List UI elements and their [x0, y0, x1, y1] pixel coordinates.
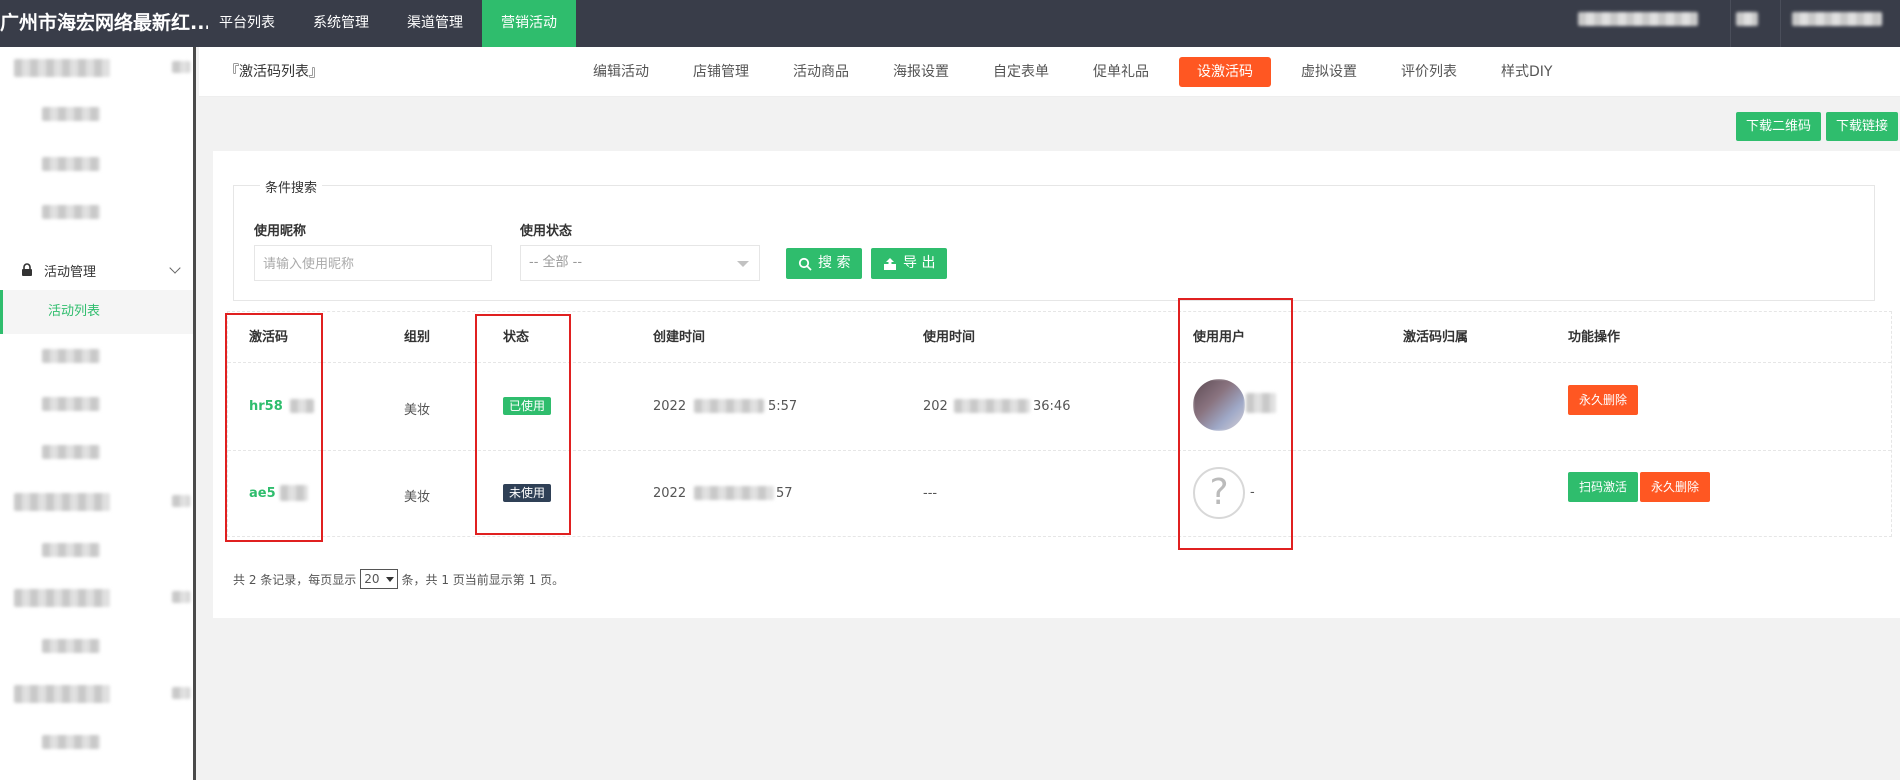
sidebar: 活动管理 活动列表 [0, 47, 196, 780]
tab-poster-settings[interactable]: 海报设置 [871, 57, 971, 87]
tabs: 编辑活动 店铺管理 活动商品 海报设置 自定表单 促单礼品 设激活码 虚拟设置 … [571, 47, 1574, 97]
sidebar-item-blurred[interactable] [14, 59, 110, 77]
sidebar-item-blurred[interactable] [42, 205, 100, 219]
sidebar-item-blurred[interactable] [42, 543, 100, 557]
top-nav-channel[interactable]: 渠道管理 [388, 0, 482, 47]
blurred-created-time [694, 399, 764, 413]
created-time-end: 57 [776, 486, 793, 501]
blurred-user-info [1578, 12, 1698, 26]
pager-suffix: 条，共 1 页当前显示第 1 页。 [401, 572, 565, 587]
sidebar-item-blurred[interactable] [42, 349, 100, 363]
status-label: 使用状态 [520, 224, 573, 239]
top-nav-system[interactable]: 系统管理 [294, 0, 388, 47]
used-time-end: 36:46 [1033, 399, 1071, 414]
created-time-end: 5:57 [768, 399, 798, 414]
th-used: 使用时间 [923, 330, 976, 345]
sidebar-item-blurred[interactable] [14, 493, 110, 511]
sidebar-item-blurred[interactable] [42, 735, 100, 749]
created-time-start: 2022 [653, 486, 687, 501]
sidebar-item-blurred[interactable] [42, 639, 100, 653]
top-nav: 平台列表 系统管理 渠道管理 营销活动 [200, 0, 576, 47]
tab-review-list[interactable]: 评价列表 [1379, 57, 1479, 87]
nickname-input[interactable] [254, 245, 492, 281]
tab-edit-activity[interactable]: 编辑活动 [571, 57, 671, 87]
status-select-value: -- 全部 -- [529, 255, 583, 270]
top-nav-platform-list[interactable]: 平台列表 [200, 0, 294, 47]
sidebar-group-activity[interactable]: 活动管理 [0, 250, 193, 290]
chevron-down-icon [385, 576, 394, 582]
top-navbar: 广州市海宏网络最新红... 平台列表 系统管理 渠道管理 营销活动 [0, 0, 1900, 47]
search-button[interactable]: 搜 索 [786, 248, 863, 279]
export-icon [884, 257, 896, 270]
sidebar-item-blurred [172, 61, 190, 73]
page-title: 『激活码列表』 [225, 64, 323, 80]
tab-activity-products[interactable]: 活动商品 [771, 57, 871, 87]
search-panel: 条件搜索 使用昵称 使用状态 -- 全部 -- 搜 索 导 出 [233, 177, 1875, 301]
status-select[interactable]: -- 全部 -- [520, 245, 760, 281]
page-size-select[interactable]: 20 [360, 569, 398, 589]
delete-forever-button[interactable]: 永久删除 [1640, 472, 1711, 502]
sidebar-group-label: 活动管理 [44, 264, 97, 280]
tab-style-diy[interactable]: 样式DIY [1479, 57, 1574, 87]
annotation-box-code [225, 313, 323, 542]
th-actions: 功能操作 [1568, 330, 1621, 345]
page-size-value: 20 [364, 572, 380, 586]
blurred-icon[interactable] [1736, 12, 1758, 26]
used-time-empty: --- [923, 486, 938, 501]
blurred-account[interactable] [1792, 12, 1882, 26]
tab-store-management[interactable]: 店铺管理 [671, 57, 771, 87]
export-button[interactable]: 导 出 [871, 248, 948, 279]
sidebar-item-blurred[interactable] [42, 445, 100, 459]
divider [1780, 0, 1781, 47]
search-button-label: 搜 索 [818, 255, 851, 271]
tab-promo-gifts[interactable]: 促单礼品 [1071, 57, 1171, 87]
sidebar-item-blurred[interactable] [42, 107, 100, 121]
sidebar-item-blurred[interactable] [14, 685, 110, 703]
download-qr-button[interactable]: 下载二维码 [1736, 112, 1822, 141]
chevron-down-icon [169, 262, 181, 274]
sub-tab-bar: 『激活码列表』 编辑活动 店铺管理 活动商品 海报设置 自定表单 促单礼品 设激… [199, 47, 1900, 97]
group-cell: 美妆 [404, 403, 431, 418]
sidebar-item-activity-list[interactable]: 活动列表 [0, 290, 193, 334]
sidebar-item-blurred [172, 687, 190, 699]
search-legend: 条件搜索 [260, 177, 323, 196]
tab-custom-form[interactable]: 自定表单 [971, 57, 1071, 87]
pager-prefix: 共 2 条记录，每页显示 [233, 572, 357, 587]
th-group: 组别 [404, 330, 431, 345]
created-time-start: 2022 [653, 399, 687, 414]
nickname-label: 使用昵称 [254, 224, 307, 239]
pagination-info: 共 2 条记录，每页显示 20 条，共 1 页当前显示第 1 页。 [233, 569, 564, 589]
th-created: 创建时间 [653, 330, 706, 345]
scan-activate-button[interactable]: 扫码激活 [1568, 472, 1639, 502]
used-time-start: 202 [923, 399, 948, 414]
sidebar-item-blurred[interactable] [14, 589, 110, 607]
group-cell: 美妆 [404, 490, 431, 505]
divider [1730, 0, 1731, 47]
blurred-used-time [954, 399, 1030, 413]
brand-title: 广州市海宏网络最新红... [0, 12, 208, 34]
th-owner: 激活码归属 [1403, 330, 1469, 345]
sidebar-item-blurred[interactable] [42, 157, 100, 171]
tab-activation-codes[interactable]: 设激活码 [1179, 57, 1271, 87]
tab-virtual-settings[interactable]: 虚拟设置 [1279, 57, 1379, 87]
download-link-button[interactable]: 下载链接 [1826, 112, 1899, 141]
sidebar-item-blurred [172, 495, 190, 507]
delete-forever-button[interactable]: 永久删除 [1568, 385, 1639, 415]
lock-icon [22, 263, 32, 276]
search-icon [798, 257, 812, 271]
caret-down-icon [737, 261, 749, 267]
annotation-box-status [475, 314, 571, 535]
blurred-created-time [694, 486, 774, 500]
sidebar-item-blurred [172, 591, 190, 603]
sidebar-item-blurred[interactable] [42, 397, 100, 411]
main-card: 条件搜索 使用昵称 使用状态 -- 全部 -- 搜 索 导 出 激活码 组别 状… [213, 151, 1900, 618]
annotation-box-user [1178, 298, 1293, 550]
top-nav-marketing[interactable]: 营销活动 [482, 0, 576, 47]
export-button-label: 导 出 [903, 255, 936, 271]
